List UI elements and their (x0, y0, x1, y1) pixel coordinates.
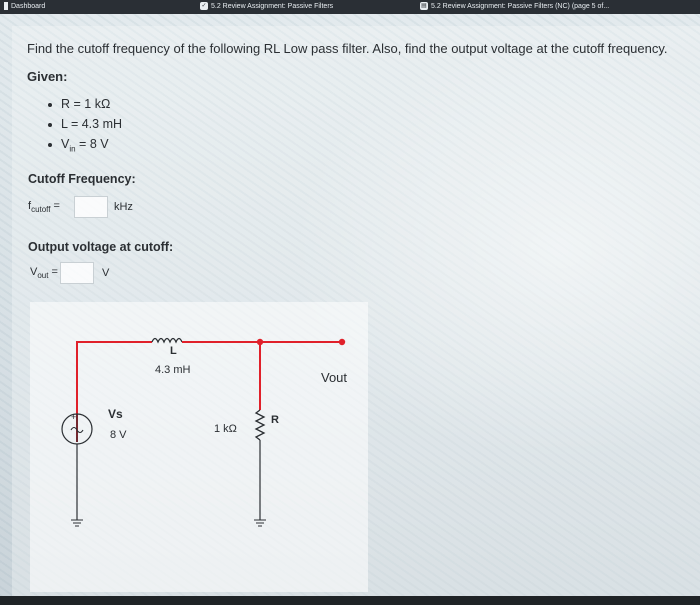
given-item-resistance: R = 1 kΩ (48, 97, 110, 111)
inductor-coil (151, 337, 183, 344)
cutoff-frequency-input[interactable] (73, 196, 108, 218)
output-node (338, 338, 346, 346)
resistor-name: R (271, 414, 279, 426)
inductor-value: 4.3 mH (155, 364, 191, 376)
resistor-zigzag (254, 409, 266, 441)
circuit-schematic: + (61, 337, 346, 527)
assignment-tab[interactable]: ✓ 5.2 Review Assignment: Passive Filters (200, 2, 333, 10)
source-plus-icon: + (71, 412, 76, 422)
dashboard-icon (4, 2, 8, 10)
browser-tab-bar: Dashboard ✓ 5.2 Review Assignment: Passi… (0, 0, 700, 14)
cutoff-heading: Cutoff Frequency: (28, 172, 136, 186)
source-name: Vs (108, 407, 123, 421)
given-item-inductance: L = 4.3 mH (48, 117, 122, 131)
document-icon: ▤ (420, 2, 428, 10)
source-value: 8 V (110, 429, 127, 441)
cutoff-answer-row: fcutoff = kHz (28, 196, 133, 218)
assignment-nc-tab[interactable]: ▤ 5.2 Review Assignment: Passive Filters… (420, 2, 609, 10)
given-heading: Given: (27, 69, 68, 84)
circuit-diagram: + L 4.3 mH Vs 8 V 1 kΩ R Vout (30, 302, 368, 592)
assignment-nc-tab-label: 5.2 Review Assignment: Passive Filters (… (431, 2, 610, 10)
output-answer-row: Vout = V (30, 262, 109, 284)
output-heading: Output voltage at cutoff: (28, 240, 174, 254)
bullet-icon (48, 102, 52, 107)
bullet-icon (48, 142, 52, 147)
dashboard-label: Dashboard (11, 2, 46, 10)
output-voltage-input[interactable] (59, 262, 94, 284)
ground-symbol-left (71, 519, 83, 527)
output-label: Vout = (30, 265, 58, 281)
dashboard-tab[interactable]: Dashboard (4, 2, 45, 10)
inductor-name: L (170, 345, 177, 357)
output-voltage-label: Vout (321, 370, 348, 385)
cutoff-unit: kHz (113, 201, 133, 213)
output-unit: V (101, 267, 110, 279)
check-shield-icon: ✓ (200, 2, 208, 10)
bullet-icon (48, 122, 52, 127)
assignment-tab-label: 5.2 Review Assignment: Passive Filters (211, 2, 334, 10)
wire-top-left (76, 341, 152, 442)
resistor-value: 1 kΩ (214, 423, 237, 435)
question-text: Find the cutoff frequency of the followi… (27, 41, 668, 56)
given-item-input-voltage: Vin = 8 V (48, 137, 109, 154)
ground-symbol-right (254, 519, 266, 527)
screen-bezel (0, 596, 700, 605)
cutoff-label: fcutoff = (28, 199, 60, 215)
